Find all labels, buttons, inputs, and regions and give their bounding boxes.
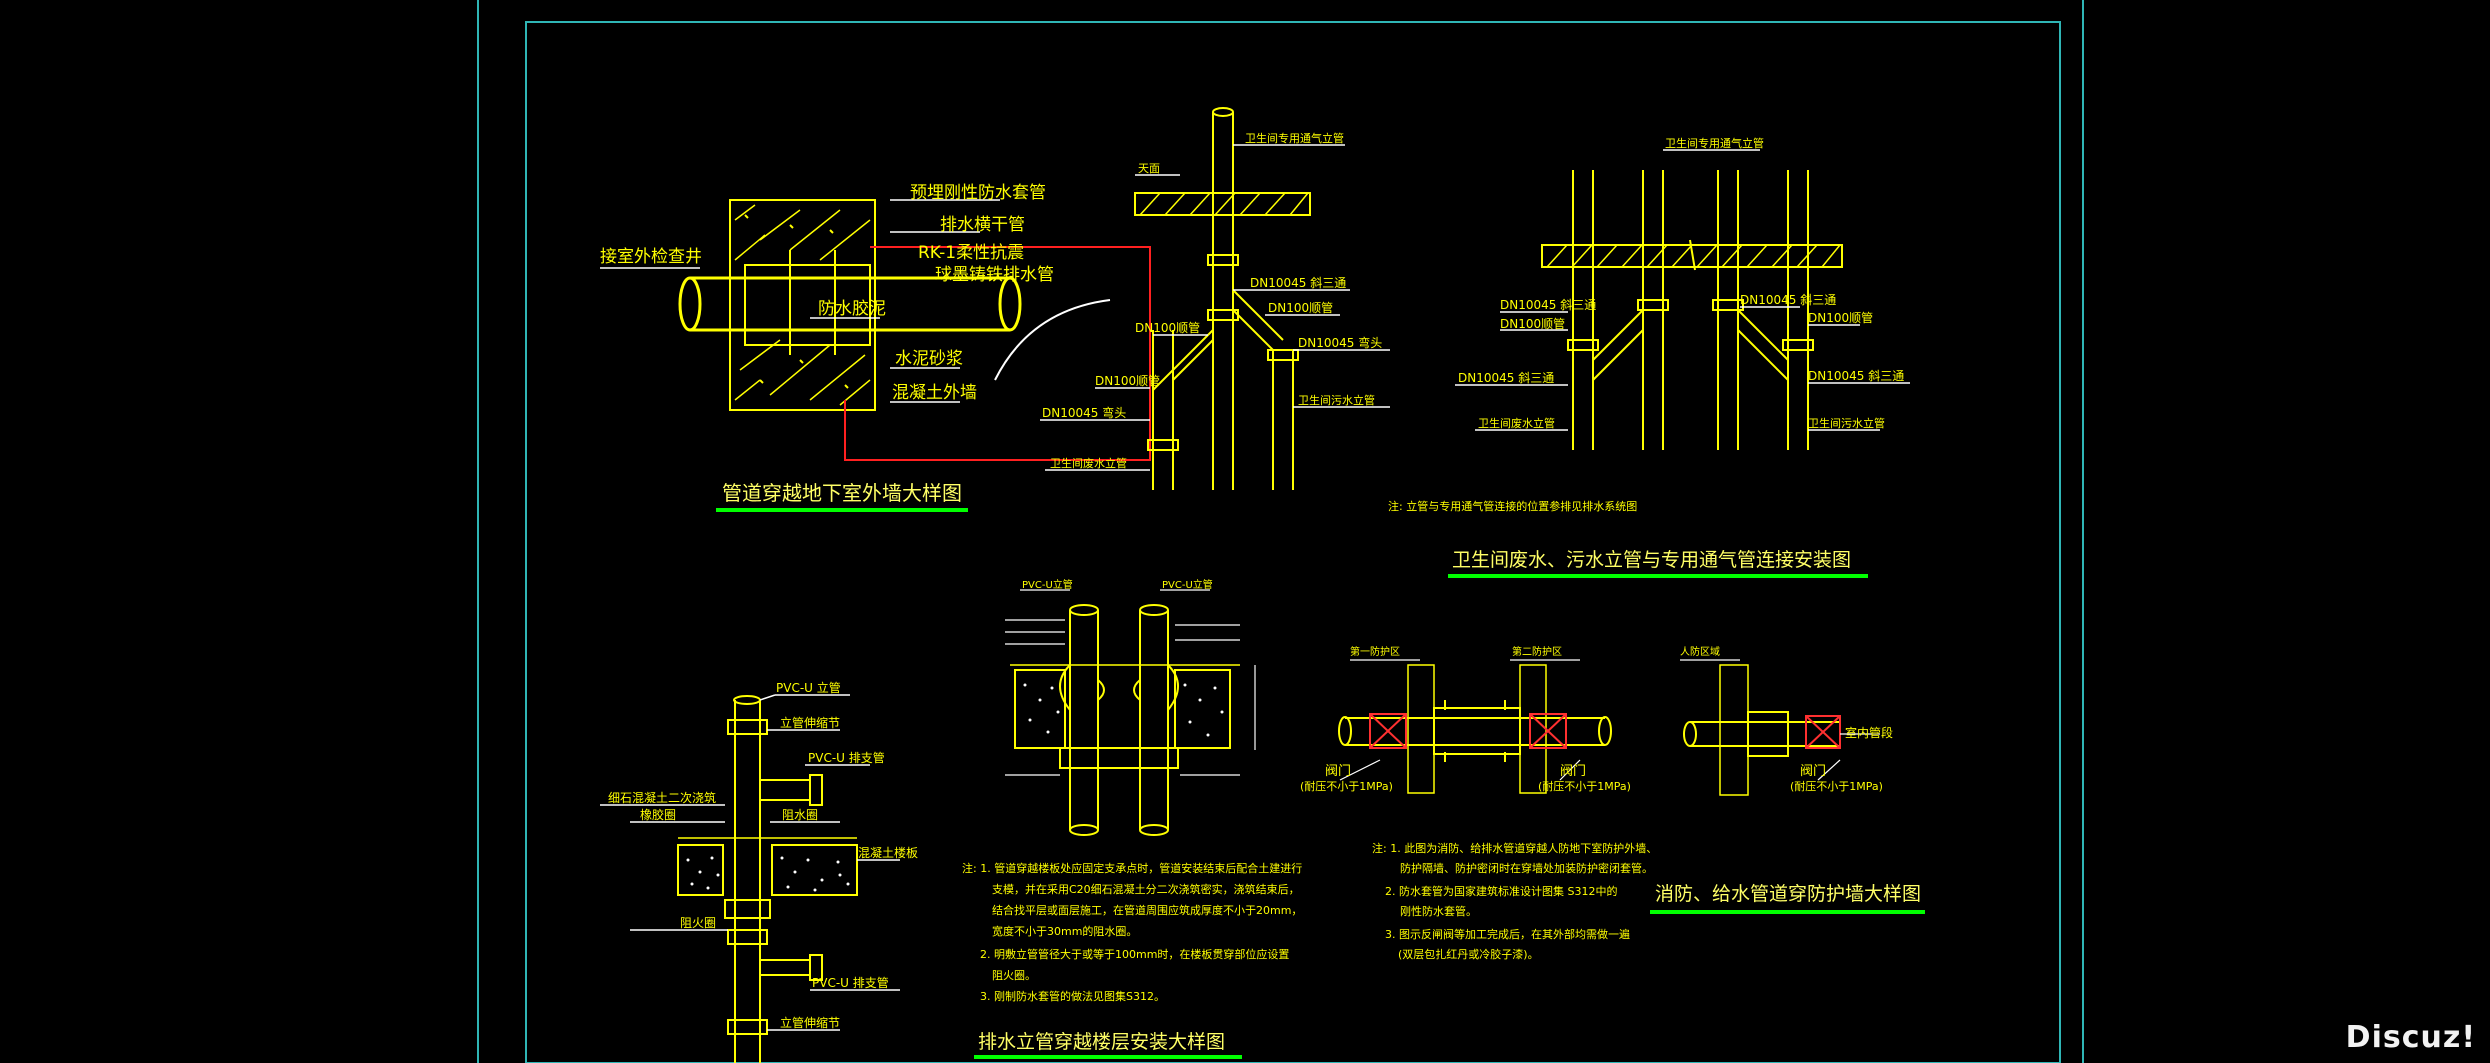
label-valve-1-note: (耐压不小于1MPa) xyxy=(1300,780,1393,793)
label-drain-pipe: 排水横干管 xyxy=(940,215,1025,235)
note4-line-3: 2. 防水套管为国家建筑标准设计图集 S312中的 xyxy=(1385,884,1617,898)
label-reducer-right-l: DN100顺管 xyxy=(1500,316,1565,331)
label-pvc-sleeve-right: PVC-U立管 xyxy=(1162,578,1213,591)
label-zone-1: 第一防护区 xyxy=(1350,645,1400,658)
label-expansion-1: 立管伸缩节 xyxy=(780,715,840,730)
label-vent-stack-left: 卫生间专用通气立管 xyxy=(1245,131,1344,145)
detail4-notes: 注: 1. 此图为消防、给排水管道穿越人防地下室防护外墙、 防护隔墙、防护密闭时… xyxy=(1372,841,1657,961)
detail-protective-wall: 第一防护区 第二防护区 阀门 (耐压不小于1MPa) 阀门 (耐压不小于1MPa… xyxy=(1300,645,1893,796)
label-manhole: 接室外检查井 xyxy=(600,247,702,267)
label-indoor-pipe: 室内管段 xyxy=(1845,725,1893,740)
label-ceiling: 天面 xyxy=(1138,162,1160,175)
label-slab: 混凝土楼板 xyxy=(858,845,918,860)
label-valve-3-note: (耐压不小于1MPa) xyxy=(1790,780,1883,793)
label-water-stop: 阻水圈 xyxy=(782,808,818,822)
label-mortar: 水泥砂浆 xyxy=(895,349,963,369)
label-air-defense: 人防区域 xyxy=(1680,645,1720,658)
label-pvc-sleeve-left: PVC-U立管 xyxy=(1022,578,1073,591)
note4-line-4: 刚性防水套管。 xyxy=(1400,904,1477,918)
slab-stipple xyxy=(686,856,850,892)
cad-drawing-canvas: 预埋刚性防水套管 排水横干管 RK-1柔性抗震 球墨铸铁排水管 接室外检查井 防… xyxy=(477,0,2084,1063)
label-waterproof-cement: 防水胶泥 xyxy=(818,299,886,319)
valves-left xyxy=(1369,713,1567,749)
label-zone-2: 第二防护区 xyxy=(1512,645,1562,658)
sleeve-slab xyxy=(1010,664,1240,749)
note4-line-2: 防护隔墙、防护密闭时在穿墙处加装防护密闭套管。 xyxy=(1400,861,1653,875)
label-tee-right-l: DN10045 斜三通 xyxy=(1500,298,1596,312)
detail2-title: 卫生间废水、污水立管与专用通气管连接安装图 xyxy=(1452,549,1851,571)
label-flex-pipe-2: 球墨铸铁排水管 xyxy=(935,265,1054,285)
label-fine-concrete: 细石混凝土二次浇筑 xyxy=(608,790,716,805)
note4-line-1: 注: 1. 此图为消防、给排水管道穿越人防地下室防护外墙、 xyxy=(1372,841,1657,855)
label-pvc-branch-1: PVC-U 排支管 xyxy=(808,750,885,765)
valve-right xyxy=(1805,715,1841,749)
label-vent-stack-right: 卫生间专用通气立管 xyxy=(1665,136,1764,150)
label-concrete-wall: 混凝土外墙 xyxy=(892,383,977,403)
curve-leader xyxy=(994,299,1111,381)
note3-line-4: 宽度不小于30mm的阻水圈。 xyxy=(992,924,1137,938)
label-pvc-branch-2: PVC-U 排支管 xyxy=(812,975,889,990)
label-tee-right-r2: DN10045 斜三通 xyxy=(1808,369,1904,383)
detail3-title: 排水立管穿越楼层安装大样图 xyxy=(978,1031,1225,1053)
sleeve-stipple xyxy=(1023,683,1224,737)
detail2-right-leaders xyxy=(1455,149,1910,431)
note3-line-3: 结合找平层或面层施工，在管道周围应筑成厚度不小于20mm， xyxy=(992,903,1302,917)
label-sewage-stack-right: 卫生间污水立管 xyxy=(1808,416,1885,430)
floor-slab-left xyxy=(677,837,858,896)
label-waste-stack-right: 卫生间废水立管 xyxy=(1478,416,1555,430)
label-reducer-left-1: DN100顺管 xyxy=(1135,320,1200,335)
detail3-notes: 注: 1. 管道穿越楼板处应固定支承点时，管道安装结束后配合土建进行 支模，并在… xyxy=(962,861,1302,1003)
label-pvc-stack: PVC-U 立管 xyxy=(776,680,841,695)
note4-line-6: (双层包扎红丹或冷胶子漆)。 xyxy=(1398,947,1539,961)
label-sewage-stack-left: 卫生间污水立管 xyxy=(1298,393,1375,407)
label-valve-3: 阀门 xyxy=(1800,764,1826,779)
note3-line-5: 2. 明敷立管管径大于或等于100mm时，在楼板贯穿部位应设置 xyxy=(980,947,1289,961)
detail4-title: 消防、给水管道穿防护墙大样图 xyxy=(1655,883,1921,905)
label-reducer-left-2: DN100顺管 xyxy=(1268,300,1333,315)
wall-leaders-right xyxy=(1680,659,1880,781)
note3-line-7: 3. 刚制防水套管的做法见图集S312。 xyxy=(980,989,1165,1003)
label-fire-ring: 阻火圈 xyxy=(680,916,716,930)
note3-line-1: 注: 1. 管道穿越楼板处应固定支承点时，管道安装结束后配合土建进行 xyxy=(962,861,1302,875)
label-waste-stack-left: 卫生间废水立管 xyxy=(1050,456,1127,470)
label-expansion-2: 立管伸缩节 xyxy=(780,1015,840,1030)
label-tee-left: DN10045 斜三通 xyxy=(1250,276,1346,290)
note3-line-2: 支模，并在采用C20细石混凝土分二次浇筑密实，浇筑结束后， xyxy=(992,882,1300,896)
watermark-logo: Discuz! xyxy=(2345,1020,2476,1055)
stack-group-left xyxy=(1134,107,1311,490)
label-reducer-left-3: DN100顺管 xyxy=(1095,373,1160,388)
detail-riser-floor: PVC-U 立管 立管伸缩节 PVC-U 排支管 细石混凝土二次浇筑 橡胶圈 阻… xyxy=(600,680,918,1063)
label-rubber-ring: 橡胶圈 xyxy=(640,807,676,822)
label-valve-2-note: (耐压不小于1MPa) xyxy=(1538,780,1631,793)
sleeve-pipes xyxy=(1059,604,1179,836)
label-elbow-left-1: DN10045 弯头 xyxy=(1298,335,1382,350)
label-elbow-left-2: DN10045 弯头 xyxy=(1042,405,1126,420)
label-valve-1: 阀门 xyxy=(1325,764,1351,779)
label-valve-2: 阀门 xyxy=(1560,764,1586,779)
label-reducer-right-r: DN100顺管 xyxy=(1808,310,1873,325)
label-flex-pipe-1: RK-1柔性抗震 xyxy=(918,243,1024,263)
label-tee-right-r: DN10045 斜三通 xyxy=(1740,293,1836,307)
detail1-title: 管道穿越地下室外墙大样图 xyxy=(722,481,962,505)
label-sleeve: 预埋刚性防水套管 xyxy=(910,183,1046,203)
fire-ring xyxy=(724,899,771,919)
note4-line-5: 3. 图示反闸阀等加工完成后，在其外部均需做一遍 xyxy=(1385,927,1630,941)
detail-floor-sleeve: PVC-U立管 PVC-U立管 xyxy=(1005,578,1256,836)
detail-stack-connection: 卫生间专用通气立管 天面 DN10045 斜三通 DN100顺管 DN100顺管… xyxy=(1040,107,1910,578)
detail2-note: 注: 立管与专用通气管连接的位置参排见排水系统图 xyxy=(1388,499,1637,513)
label-tee-right-l2: DN10045 斜三通 xyxy=(1458,371,1554,385)
note3-line-6: 阻火圈。 xyxy=(992,969,1036,982)
